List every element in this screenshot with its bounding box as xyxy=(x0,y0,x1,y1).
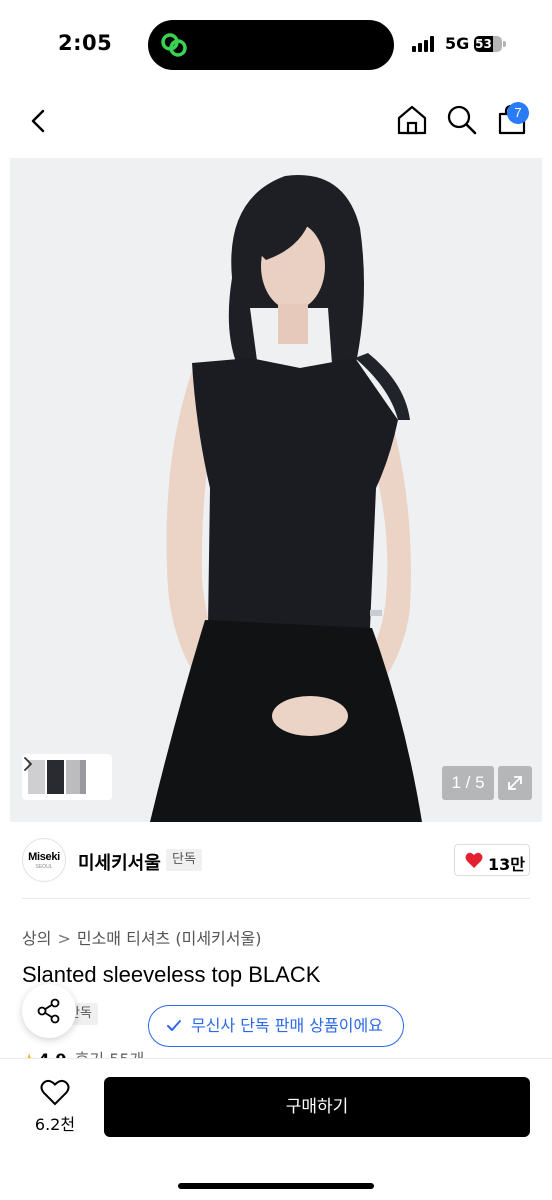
thumbnail-image[interactable] xyxy=(47,760,64,794)
brand-like-count: 13만 xyxy=(488,855,525,874)
heart-filled-icon xyxy=(465,852,483,868)
breadcrumb-category[interactable]: 상의 xyxy=(22,925,51,949)
exclusive-tag: 단독 xyxy=(166,849,202,871)
link-rings-icon xyxy=(161,33,187,57)
network-label: 5G xyxy=(445,34,470,53)
status-time: 2:05 xyxy=(58,31,113,55)
exclusive-sale-banner: 무신사 단독 판매 상품이에요 xyxy=(148,1005,404,1047)
product-photo xyxy=(10,158,542,822)
exclusive-banner-text: 무신사 단독 판매 상품이에요 xyxy=(191,1016,383,1035)
page-indicator: 1 / 5 xyxy=(442,766,494,800)
breadcrumb: 상의 > 민소매 티셔츠 (미세키서울) xyxy=(22,925,261,949)
brand-logo-subtext: SEOUL xyxy=(35,864,53,870)
buy-button[interactable]: 구매하기 xyxy=(104,1077,530,1137)
brand-logo[interactable]: Miseki SEOUL xyxy=(22,838,66,882)
share-button[interactable] xyxy=(22,984,76,1038)
brand-like-button[interactable]: 13만 xyxy=(454,844,530,876)
thumbnail-image[interactable] xyxy=(80,760,86,794)
breadcrumb-separator: > xyxy=(57,929,71,948)
divider xyxy=(22,898,530,899)
status-bar: 2:05 5G 53 xyxy=(0,0,552,88)
thumbnail-strip[interactable] xyxy=(22,754,112,800)
expand-arrows-icon xyxy=(508,776,522,790)
top-navigation xyxy=(0,92,552,150)
wishlist-count: 6.2천 xyxy=(34,1115,76,1134)
breadcrumb-subcategory[interactable]: 민소매 티셔츠 (미세키서울) xyxy=(77,925,262,949)
dynamic-island xyxy=(148,20,394,70)
brand-row: Miseki SEOUL 미세키서울 단독 13만 xyxy=(0,836,552,888)
share-icon xyxy=(37,998,60,1024)
home-indicator xyxy=(178,1183,374,1189)
heart-outline-icon[interactable] xyxy=(40,1079,70,1107)
chevron-right-icon[interactable] xyxy=(22,754,34,774)
battery-icon: 53 xyxy=(474,36,506,52)
cart-count-badge: 7 xyxy=(507,102,529,124)
checkmark-icon xyxy=(167,1020,181,1031)
home-icon[interactable] xyxy=(394,102,430,138)
expand-button[interactable] xyxy=(498,766,532,800)
signal-icon xyxy=(412,36,434,52)
product-title: Slanted sleeveless top BLACK xyxy=(22,962,321,987)
product-image-gallery[interactable]: 1 / 5 xyxy=(10,158,542,822)
brand-name-link[interactable]: 미세키서울 xyxy=(78,849,161,875)
battery-level: 53 xyxy=(474,36,493,52)
chevron-left-icon[interactable] xyxy=(22,104,56,138)
bottom-action-bar: 6.2천 구매하기 xyxy=(0,1058,552,1200)
search-icon[interactable] xyxy=(444,102,480,138)
brand-logo-text: Miseki xyxy=(28,851,60,863)
